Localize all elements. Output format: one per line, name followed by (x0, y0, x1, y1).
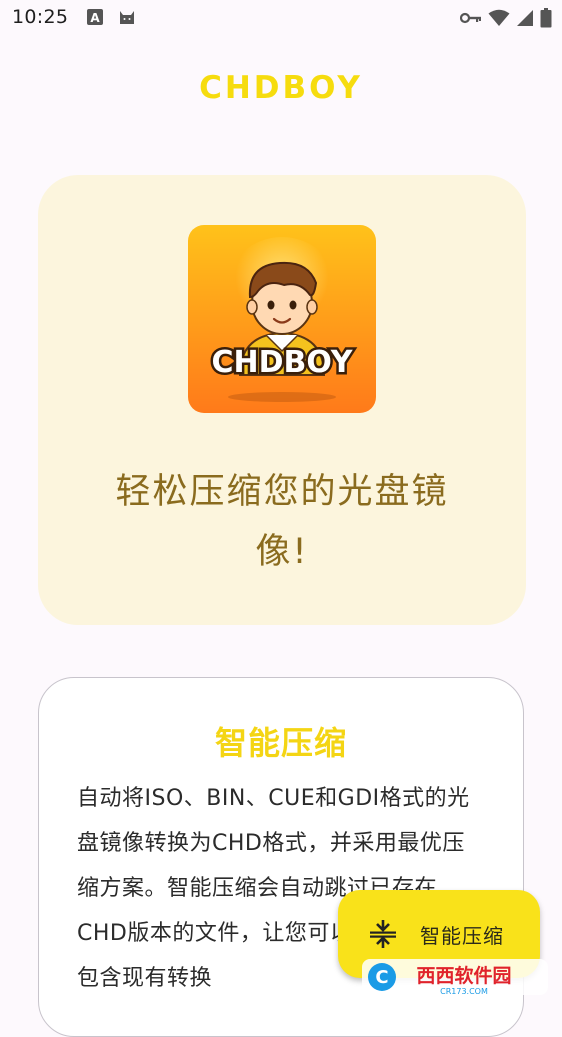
status-right-icons (460, 8, 552, 28)
watermark-text: 西西软件园 (416, 964, 511, 987)
site-watermark: C 西西软件园 CR173.COM (362, 959, 548, 996)
android-cat-icon (120, 11, 134, 24)
logo-text: CHDBOY (211, 345, 353, 380)
wifi-icon (488, 9, 510, 26)
hero-card: CHDBOY 轻松压缩您的光盘镜像! (38, 175, 526, 625)
compress-icon (370, 920, 396, 948)
battery-icon (540, 8, 552, 28)
status-time: 10:25 (12, 6, 69, 28)
feature-title: 智能压缩 (214, 724, 347, 762)
svg-text:C: C (375, 967, 388, 988)
svg-text:A: A (90, 11, 100, 25)
text-input-icon: A (87, 9, 103, 25)
status-bar: 10:25 A (0, 0, 562, 36)
fab-label: 智能压缩 (420, 924, 504, 948)
app-title: CHDBOY (199, 70, 363, 106)
app-logo: CHDBOY (188, 225, 376, 413)
watermark-sub: CR173.COM (440, 987, 488, 996)
signal-icon (517, 10, 533, 26)
vpn-key-icon (460, 12, 481, 24)
hero-tagline: 轻松压缩您的光盘镜像! (115, 472, 449, 572)
